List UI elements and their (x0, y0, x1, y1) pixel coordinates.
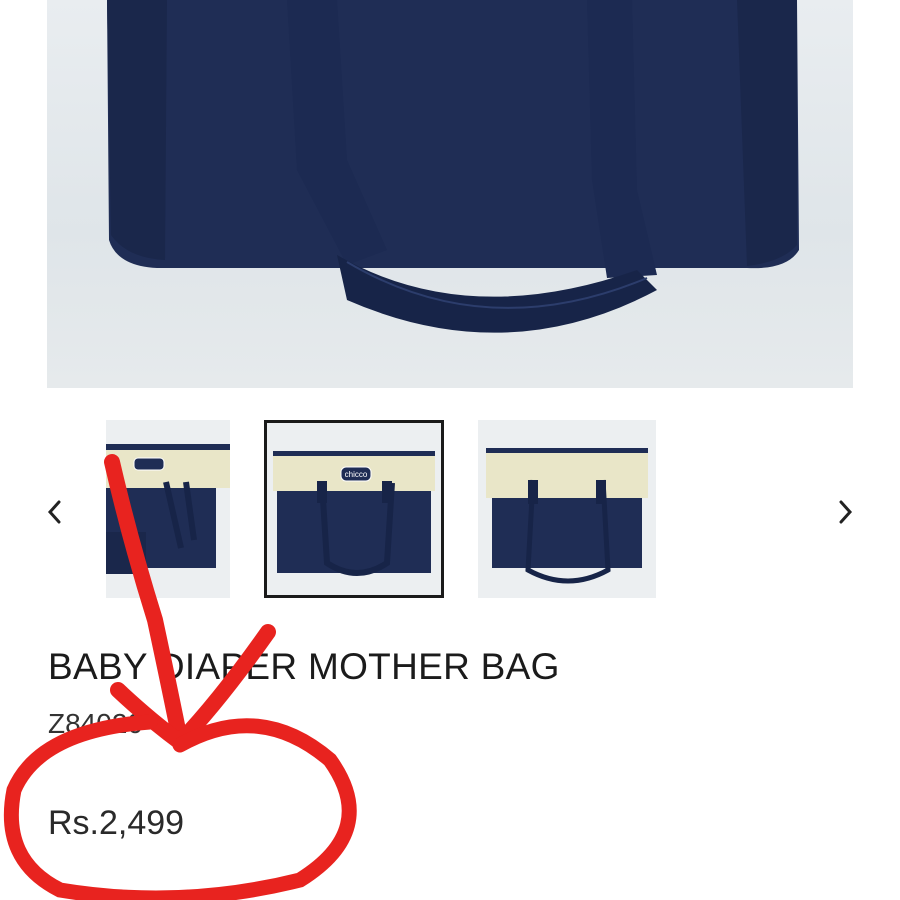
thumb-brand-label: chicco (345, 470, 368, 479)
gallery-thumbnail-3[interactable] (478, 420, 656, 598)
gallery-prev-button[interactable] (40, 492, 70, 532)
chevron-right-icon (839, 500, 853, 524)
main-product-image[interactable] (47, 0, 853, 388)
product-price: Rs.2,499 (48, 804, 185, 842)
chevron-left-icon (47, 500, 61, 524)
product-sku: Z84020 (48, 708, 143, 739)
gallery-next-button[interactable] (830, 492, 860, 532)
gallery-thumbnail-2[interactable]: chicco (264, 420, 444, 598)
gallery-thumbnail-1[interactable] (106, 420, 230, 598)
product-title: BABY DIAPER MOTHER BAG (48, 646, 560, 687)
